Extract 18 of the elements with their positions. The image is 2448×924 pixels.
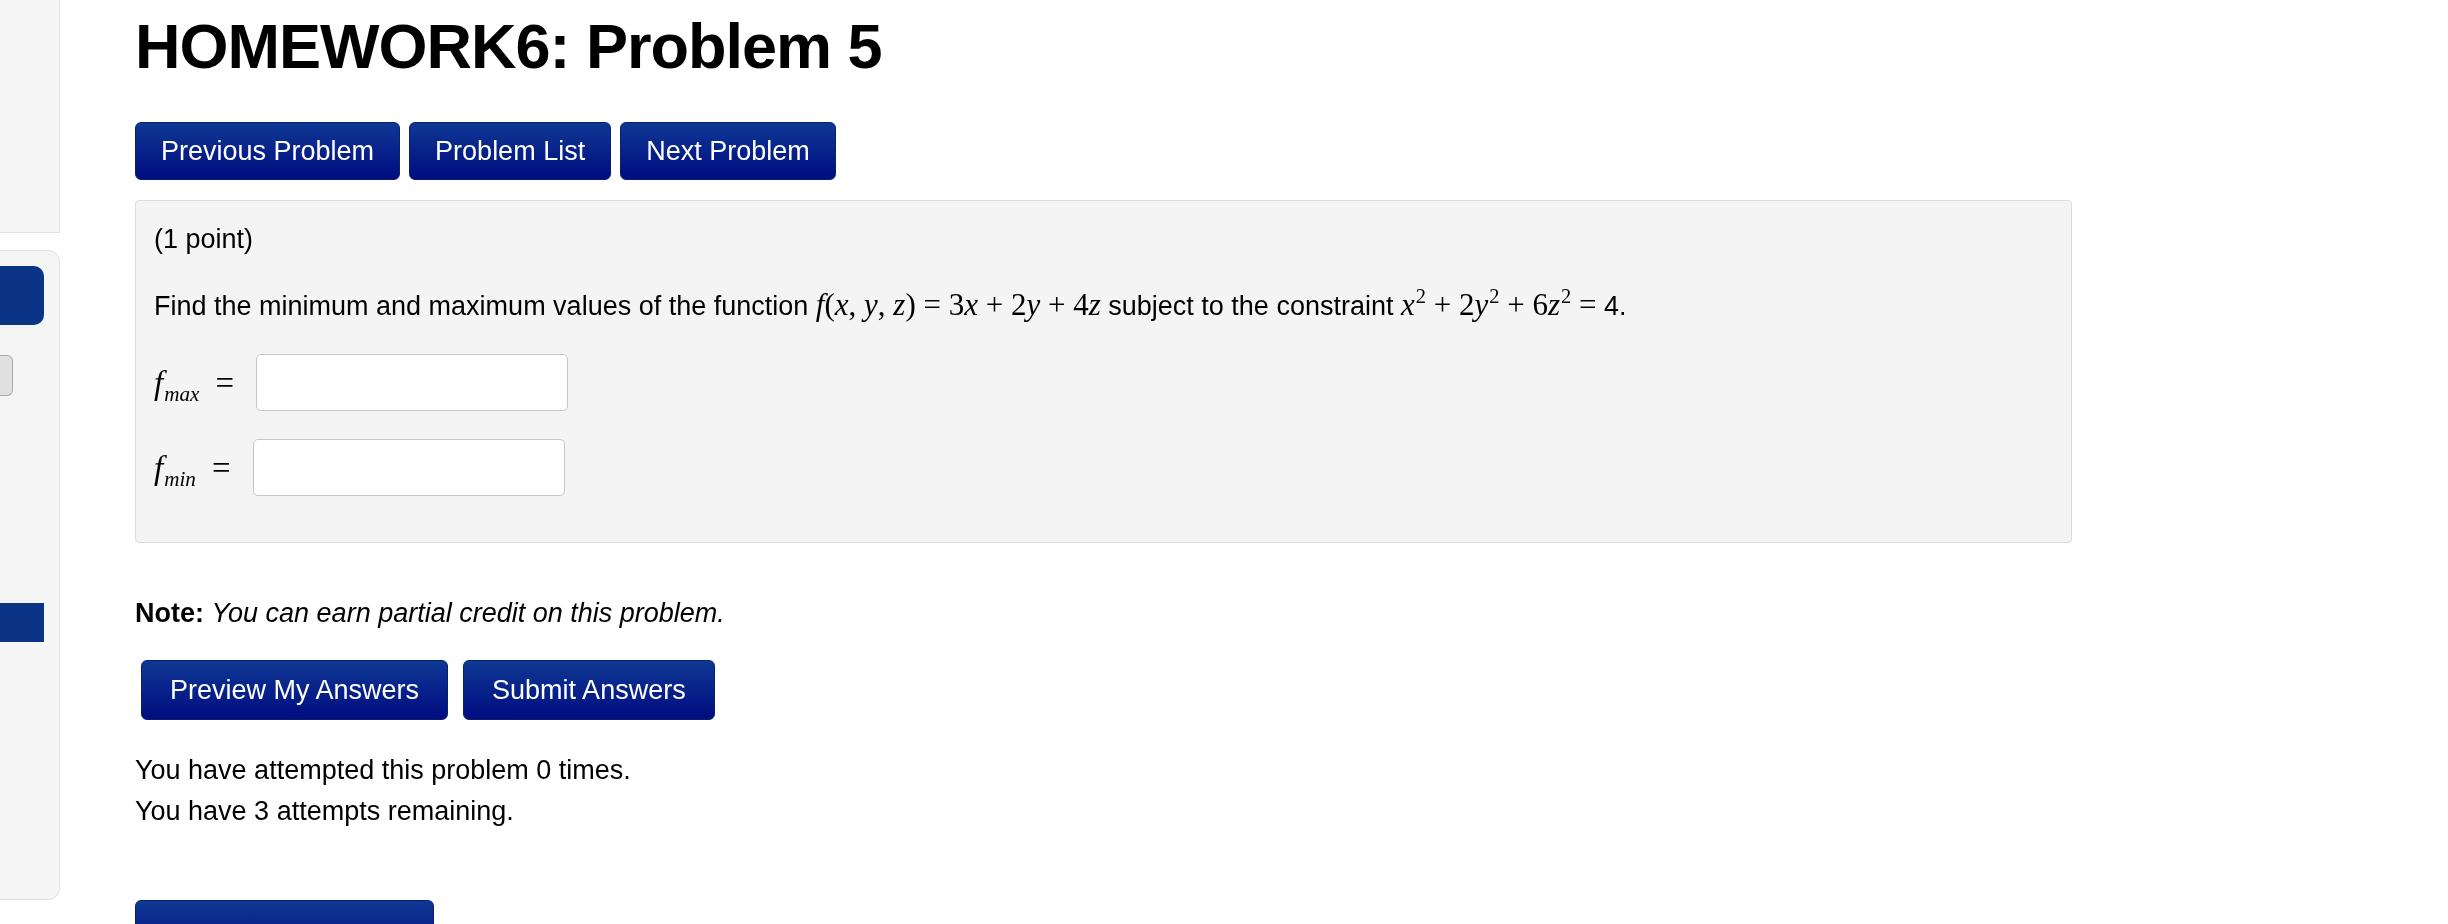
note-text: Note: You can earn partial credit on this problem. [135,597,725,630]
nav-button[interactable]: Next Problem [620,122,836,180]
nav-button[interactable]: Previous Problem [135,122,401,180]
sidebar-link[interactable] [0,603,44,642]
answer-field[interactable] [256,354,569,411]
sidebar-toggle[interactable] [0,355,13,396]
answer-field[interactable] [252,439,565,496]
sidebar-link[interactable] [0,266,44,325]
attempts-text: You have 3 attempts remaining. [135,795,515,828]
submit-button[interactable]: Preview My Answers [141,660,449,720]
answer-label: f$_{max}$ = [154,363,236,403]
nav-button[interactable]: Problem List [409,122,612,180]
point-value: (1 point) [154,223,255,256]
attempts-text: You have attempted this problem 0 times. [135,754,631,787]
page-title: HOMEWORK6: Problem 5 [135,15,882,78]
answer-label: f$_{min}$ = [154,448,232,488]
problem-statement: Find the minimum and maximum values of the function f(x, y, z) = 3x + 2y + 4z subject to the constraint x$^{2}$ + 2y$^{2}$ + 6z$^{2}$ = 4. [154,285,1628,324]
submit-button[interactable]: Submit Answers [463,660,715,720]
